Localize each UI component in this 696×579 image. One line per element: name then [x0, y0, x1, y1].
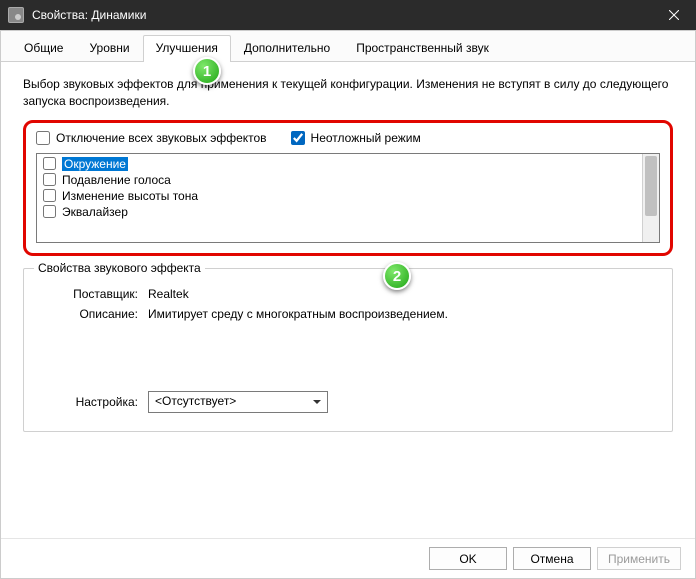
disable-all-label: Отключение всех звуковых эффектов — [56, 131, 267, 145]
listbox-scrollbar[interactable] — [642, 154, 659, 242]
step-marker-2: 2 — [383, 262, 411, 290]
setting-value: <Отсутствует> — [155, 394, 236, 408]
provider-value: Realtek — [148, 287, 658, 301]
effect-label: Изменение высоты тона — [62, 189, 198, 203]
effect-properties-group: Свойства звукового эффекта Поставщик: Re… — [23, 268, 673, 432]
speaker-icon — [8, 7, 24, 23]
close-button[interactable] — [651, 0, 696, 30]
tab-spatial[interactable]: Пространственный звук — [343, 35, 502, 61]
highlight-region: Отключение всех звуковых эффектов Неотло… — [23, 120, 673, 256]
effect-desc-value: Имитирует среду с многократным воспроизв… — [148, 307, 658, 321]
effect-checkbox[interactable] — [43, 205, 56, 218]
list-item[interactable]: Окружение — [41, 156, 638, 172]
dialog-footer: OK Отмена Применить — [1, 538, 695, 578]
step-marker-1: 1 — [193, 57, 221, 85]
effect-label: Эквалайзер — [62, 205, 128, 219]
effect-checkbox[interactable] — [43, 173, 56, 186]
list-item[interactable]: Подавление голоса — [41, 172, 638, 188]
effect-desc-label: Описание: — [38, 307, 148, 321]
scrollbar-thumb[interactable] — [645, 156, 657, 216]
description-row: Описание: Имитирует среду с многократным… — [38, 307, 658, 321]
group-title: Свойства звукового эффекта — [34, 261, 205, 275]
description-text: Выбор звуковых эффектов для применения к… — [23, 76, 673, 110]
client-area: Общие Уровни Улучшения Дополнительно Про… — [0, 30, 696, 579]
window-title: Свойства: Динамики — [32, 8, 651, 22]
effects-listbox[interactable]: Окружение Подавление голоса Изменение вы… — [36, 153, 660, 243]
effect-label: Окружение — [62, 157, 128, 171]
immediate-input[interactable] — [291, 131, 305, 145]
provider-row: Поставщик: Realtek — [38, 287, 658, 301]
list-item[interactable]: Изменение высоты тона — [41, 188, 638, 204]
list-item[interactable]: Эквалайзер — [41, 204, 638, 220]
tab-advanced[interactable]: Дополнительно — [231, 35, 343, 61]
apply-button: Применить — [597, 547, 681, 570]
setting-row: Настройка: <Отсутствует> — [38, 391, 658, 413]
immediate-label: Неотложный режим — [311, 131, 421, 145]
close-icon — [669, 10, 679, 20]
effects-items: Окружение Подавление голоса Изменение вы… — [37, 154, 642, 242]
effect-label: Подавление голоса — [62, 173, 171, 187]
titlebar: Свойства: Динамики — [0, 0, 696, 30]
provider-label: Поставщик: — [38, 287, 148, 301]
checkbox-row: Отключение всех звуковых эффектов Неотло… — [36, 131, 660, 145]
ok-button[interactable]: OK — [429, 547, 507, 570]
setting-label: Настройка: — [38, 395, 148, 409]
tab-general[interactable]: Общие — [11, 35, 76, 61]
disable-all-effects-checkbox[interactable]: Отключение всех звуковых эффектов — [36, 131, 267, 145]
tab-strip: Общие Уровни Улучшения Дополнительно Про… — [1, 31, 695, 62]
effect-checkbox[interactable] — [43, 157, 56, 170]
tab-levels[interactable]: Уровни — [76, 35, 142, 61]
cancel-button[interactable]: Отмена — [513, 547, 591, 570]
setting-combobox[interactable]: <Отсутствует> — [148, 391, 328, 413]
tab-enhancements[interactable]: Улучшения — [143, 35, 231, 62]
disable-all-input[interactable] — [36, 131, 50, 145]
effect-checkbox[interactable] — [43, 189, 56, 202]
tab-content: Выбор звуковых эффектов для применения к… — [1, 62, 695, 539]
immediate-mode-checkbox[interactable]: Неотложный режим — [291, 131, 421, 145]
